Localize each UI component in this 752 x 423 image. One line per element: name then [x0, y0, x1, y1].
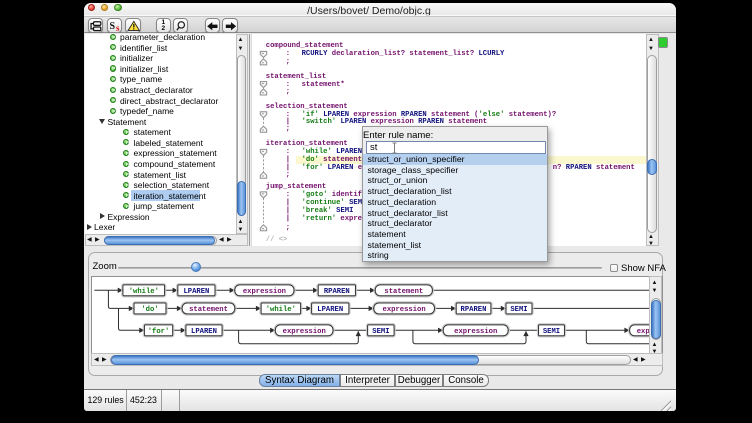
svg-text:statement: statement — [189, 306, 228, 314]
svg-text:LPAREN: LPAREN — [183, 288, 209, 296]
svg-text:'while': 'while' — [129, 288, 159, 296]
svg-text:expression: expression — [283, 328, 326, 336]
svg-text:expression: expression — [637, 328, 650, 336]
svg-text:expression: expression — [243, 288, 286, 296]
svg-text:'while': 'while' — [266, 306, 296, 314]
svg-text:LPAREN: LPAREN — [317, 306, 343, 314]
svg-text:LPAREN: LPAREN — [191, 328, 217, 336]
svg-text:'do': 'do' — [141, 306, 158, 314]
svg-text:'for': 'for' — [148, 328, 170, 336]
svg-text:statement: statement — [384, 288, 423, 296]
svg-text:SEMI: SEMI — [372, 328, 389, 336]
svg-text:RPAREN: RPAREN — [461, 306, 487, 314]
svg-text:SEMI: SEMI — [510, 306, 527, 314]
svg-text:RPAREN: RPAREN — [324, 288, 350, 296]
svg-text:expression: expression — [383, 306, 426, 314]
svg-text:expression: expression — [454, 328, 497, 336]
svg-text:SEMI: SEMI — [543, 328, 560, 336]
